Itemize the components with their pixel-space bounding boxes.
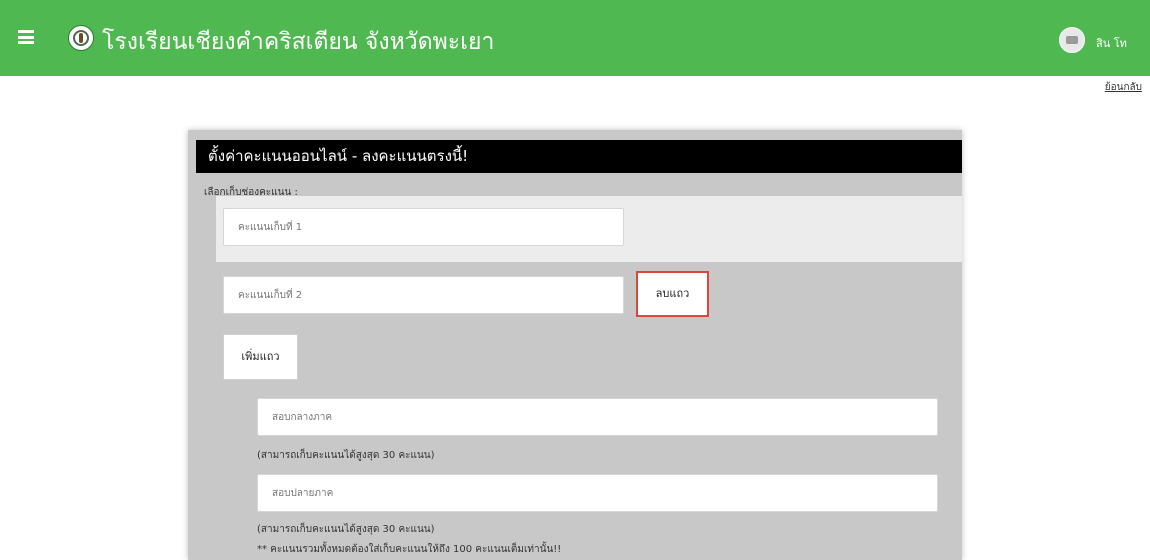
panel-title: ตั้งค่าคะแนนออนไลน์ - ลงคะแนนตรงนี้!	[196, 140, 962, 173]
delete-row-button[interactable]: ลบแถว	[636, 271, 709, 317]
site-title[interactable]: โรงเรียนเชียงคำคริสเตียน จังหวัดพะเยา	[102, 24, 494, 60]
total-score-note: ** คะแนนรวมทั้งหมดต้องใส่เก็บคะแนนให้ถึง…	[257, 544, 562, 555]
user-avatar[interactable]	[1059, 27, 1085, 53]
hamburger-menu-icon[interactable]	[18, 30, 34, 44]
back-link[interactable]: ย้อนกลับ	[1105, 80, 1142, 95]
final-exam-field[interactable]	[257, 474, 938, 512]
add-row-button[interactable]: เพิ่มแถว	[223, 334, 298, 380]
user-name[interactable]: สิน โท	[1096, 34, 1127, 52]
midterm-exam-field[interactable]	[257, 398, 938, 436]
school-logo[interactable]	[68, 25, 94, 51]
final-note: (สามารถเก็บคะแนนได้สูงสุด 30 คะแนน)	[257, 524, 435, 535]
midterm-note: (สามารถเก็บคะแนนได้สูงสุด 30 คะแนน)	[257, 450, 435, 461]
score-settings-panel: ตั้งค่าคะแนนออนไลน์ - ลงคะแนนตรงนี้! เลื…	[188, 130, 962, 560]
score-field-2[interactable]	[223, 276, 624, 314]
top-navbar: โรงเรียนเชียงคำคริสเตียน จังหวัดพะเยา สิ…	[0, 0, 1150, 76]
score-field-1[interactable]	[223, 208, 624, 246]
